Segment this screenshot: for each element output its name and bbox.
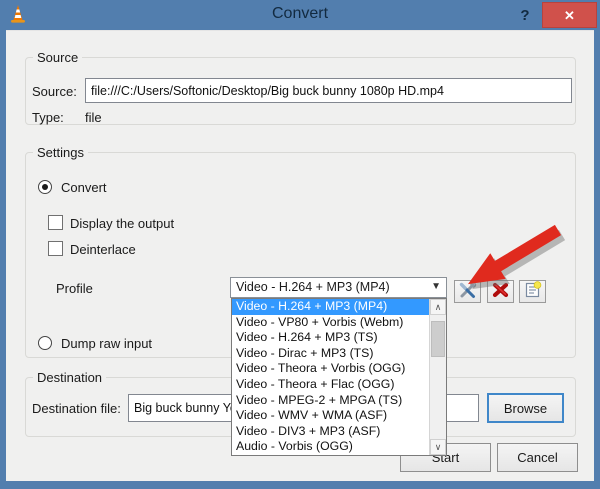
cancel-button[interactable]: Cancel	[497, 443, 578, 472]
title-bar: Convert ? ✕	[0, 0, 600, 30]
wrench-screwdriver-icon	[459, 282, 477, 302]
document-new-icon	[524, 281, 542, 302]
combobox-dropdown-icon[interactable]: ▼	[431, 281, 441, 292]
profile-option[interactable]: Video - DIV3 + MP3 (ASF)	[232, 424, 429, 440]
type-value: file	[85, 110, 102, 125]
scroll-down-icon[interactable]: ∨	[430, 439, 446, 455]
profile-option[interactable]: Video - H.264 + MP3 (MP4)	[232, 299, 429, 315]
edit-profile-button[interactable]	[454, 280, 481, 303]
convert-radio-label[interactable]: Convert	[61, 180, 107, 195]
profile-combobox[interactable]: Video - H.264 + MP3 (MP4) ▼	[230, 277, 447, 298]
dropdown-scrollbar[interactable]: ∧ ∨	[429, 299, 446, 455]
dump-raw-input-label[interactable]: Dump raw input	[61, 336, 152, 351]
display-output-label[interactable]: Display the output	[70, 216, 174, 231]
profile-option[interactable]: Video - VP80 + Vorbis (Webm)	[232, 315, 429, 331]
type-label: Type:	[32, 110, 64, 125]
destination-group-label: Destination	[33, 370, 106, 385]
close-button[interactable]: ✕	[542, 2, 597, 28]
profile-option[interactable]: Video - Dirac + MP3 (TS)	[232, 346, 429, 362]
profile-dropdown-list: Video - H.264 + MP3 (MP4)Video - VP80 + …	[231, 298, 447, 456]
profile-dropdown-items: Video - H.264 + MP3 (MP4)Video - VP80 + …	[232, 299, 429, 455]
window-title: Convert	[0, 5, 600, 23]
display-output-checkbox[interactable]	[48, 215, 63, 230]
scroll-up-icon[interactable]: ∧	[430, 299, 446, 315]
red-x-icon	[492, 282, 509, 301]
profile-option[interactable]: Video - H.264 + MP3 (TS)	[232, 330, 429, 346]
help-button[interactable]: ?	[512, 4, 538, 27]
destination-file-label: Destination file:	[32, 401, 121, 416]
profile-option[interactable]: Audio - Vorbis (OGG)	[232, 439, 429, 455]
browse-button[interactable]: Browse	[487, 393, 564, 423]
dump-raw-input-radio[interactable]	[38, 336, 52, 350]
profile-label: Profile	[56, 281, 93, 296]
profile-option[interactable]: Video - Theora + Vorbis (OGG)	[232, 361, 429, 377]
delete-profile-button[interactable]	[487, 280, 514, 303]
scrollbar-thumb[interactable]	[431, 321, 445, 357]
convert-dialog: Convert ? ✕ Source Source: Type: file Se…	[0, 0, 600, 489]
source-group-label: Source	[33, 50, 82, 65]
source-field-label: Source:	[32, 84, 77, 99]
profile-selected-value: Video - H.264 + MP3 (MP4)	[236, 280, 390, 294]
settings-group-label: Settings	[33, 145, 88, 160]
convert-radio[interactable]	[38, 180, 52, 194]
deinterlace-checkbox[interactable]	[48, 241, 63, 256]
profile-option[interactable]: Video - MPEG-2 + MPGA (TS)	[232, 393, 429, 409]
deinterlace-label[interactable]: Deinterlace	[70, 242, 136, 257]
new-profile-button[interactable]	[519, 280, 546, 303]
source-input[interactable]	[85, 78, 572, 103]
profile-option[interactable]: Video - Theora + Flac (OGG)	[232, 377, 429, 393]
profile-option[interactable]: Video - WMV + WMA (ASF)	[232, 408, 429, 424]
